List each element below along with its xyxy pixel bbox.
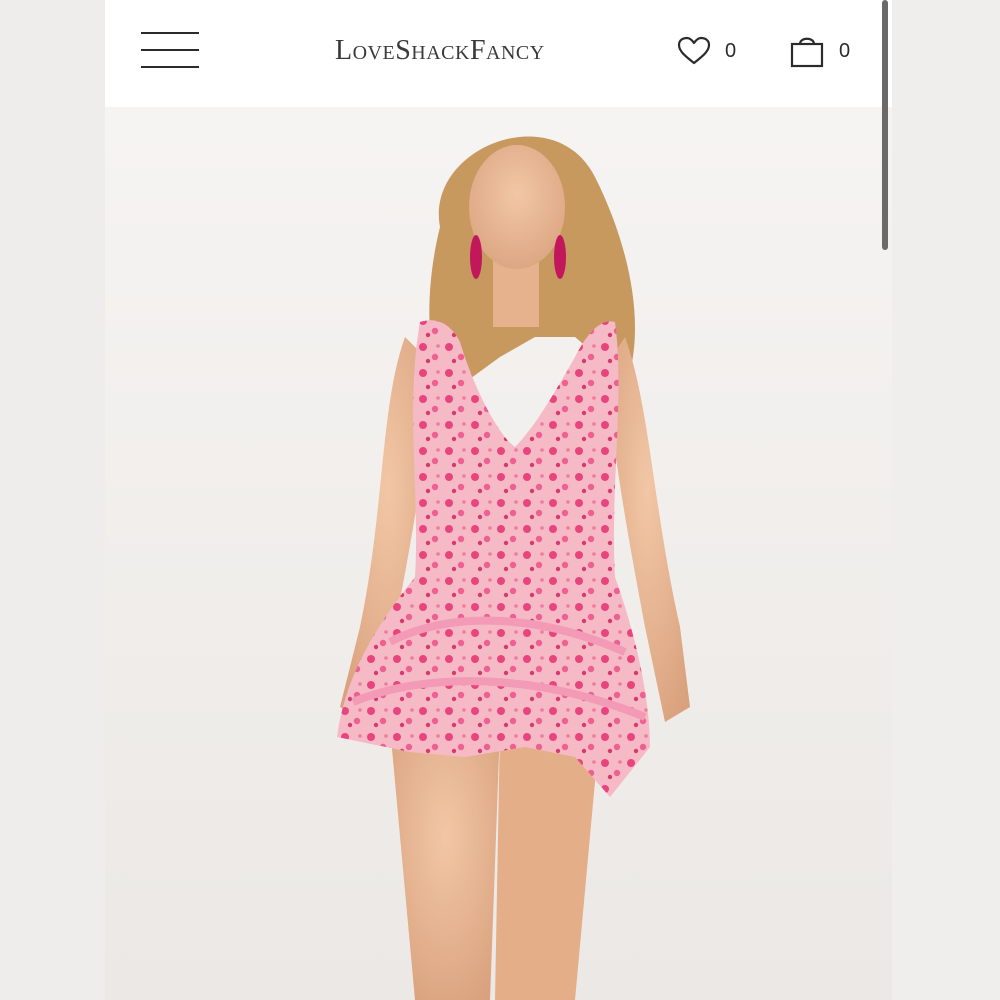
- product-photo[interactable]: [105, 107, 892, 1000]
- heart-icon: [677, 36, 711, 65]
- cart-count: 0: [839, 39, 851, 62]
- site-header: LoveShackFancy 0 0: [105, 0, 892, 107]
- scrollbar[interactable]: [882, 0, 888, 250]
- hamburger-menu-icon[interactable]: [141, 30, 201, 72]
- wishlist-button[interactable]: 0: [677, 34, 736, 68]
- shopping-bag-icon: [790, 37, 824, 68]
- left-margin: [0, 0, 105, 1000]
- page-frame: LoveShackFancy 0 0: [105, 0, 892, 1000]
- right-margin: [892, 0, 1000, 1000]
- brand-logo[interactable]: LoveShackFancy: [335, 30, 545, 72]
- wishlist-count: 0: [725, 39, 737, 62]
- cart-button[interactable]: 0: [789, 34, 850, 68]
